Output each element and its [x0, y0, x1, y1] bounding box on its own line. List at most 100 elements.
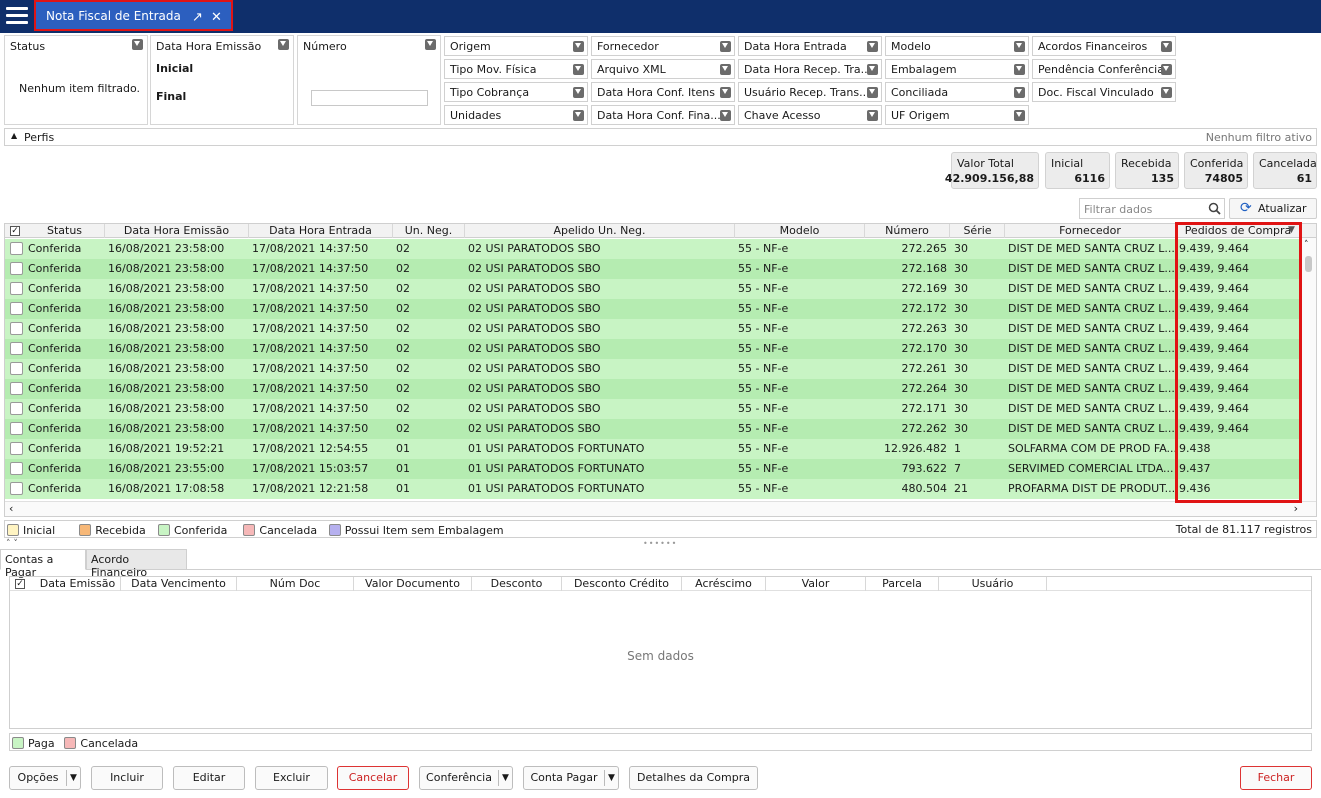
filter-field[interactable]: Data Hora Entrada: [738, 36, 882, 56]
filter-icon[interactable]: [867, 110, 878, 121]
filter-icon[interactable]: [1161, 64, 1172, 75]
row-checkbox[interactable]: [10, 322, 23, 335]
filter-field[interactable]: Origem: [444, 36, 588, 56]
row-checkbox[interactable]: [10, 482, 23, 495]
filter-field[interactable]: Unidades: [444, 105, 588, 125]
sort-desc-icon[interactable]: ▼: [1288, 225, 1295, 235]
table-header-cell[interactable]: Fornecedor: [1005, 224, 1176, 238]
filter-icon[interactable]: [1014, 87, 1025, 98]
excluir-button[interactable]: Excluir: [255, 766, 328, 790]
chevron-down-icon[interactable]: ▼: [604, 770, 618, 786]
row-checkbox[interactable]: [10, 282, 23, 295]
table-row[interactable]: Conferida 16/08/2021 23:55:00 17/08/2021 1…: [5, 459, 1301, 479]
table-row[interactable]: Conferida 16/08/2021 23:58:00 17/08/2021 1…: [5, 299, 1301, 319]
chevron-down-icon[interactable]: ▼: [66, 770, 80, 786]
filter-field[interactable]: Conciliada: [885, 82, 1029, 102]
filter-field[interactable]: Pendência Conferência: [1032, 59, 1176, 79]
card-conferida[interactable]: Conferida 74805: [1184, 152, 1248, 189]
row-checkbox[interactable]: [10, 262, 23, 275]
row-checkbox[interactable]: [10, 302, 23, 315]
filter-field[interactable]: Tipo Mov. Física: [444, 59, 588, 79]
nf-table[interactable]: ✓ Status Data Hora Emissão Data Hora Entrad…: [4, 223, 1317, 517]
filter-icon[interactable]: [1161, 41, 1172, 52]
filter-icon[interactable]: [720, 41, 731, 52]
editar-button[interactable]: Editar: [173, 766, 245, 790]
filter-numero[interactable]: Número: [297, 35, 441, 125]
table-header-cell[interactable]: Apelido Un. Neg.: [465, 224, 735, 238]
horizontal-scrollbar[interactable]: ‹ ›: [5, 501, 1316, 516]
filter-field[interactable]: Fornecedor: [591, 36, 735, 56]
table-row[interactable]: Conferida 16/08/2021 23:58:00 17/08/2021 1…: [5, 339, 1301, 359]
filter-field[interactable]: Data Hora Recep. Tra...: [738, 59, 882, 79]
sub-table-header-cell[interactable]: Usuário: [939, 577, 1047, 591]
select-all-checkbox[interactable]: ✓: [15, 579, 25, 589]
row-checkbox[interactable]: [10, 462, 23, 475]
collapse-arrows-icon[interactable]: ˄ ˅: [6, 539, 18, 549]
sub-table-header-cell[interactable]: Data Emissão: [35, 577, 121, 591]
filter-icon[interactable]: [867, 87, 878, 98]
conferencia-button[interactable]: Conferência ▼: [419, 766, 513, 790]
scroll-right-icon[interactable]: ›: [1294, 502, 1298, 515]
sub-table-header-cell[interactable]: Desconto: [472, 577, 562, 591]
sub-table-header-cell[interactable]: Desconto Crédito: [562, 577, 682, 591]
table-header-cell[interactable]: Data Hora Emissão: [105, 224, 249, 238]
filter-icon[interactable]: [573, 87, 584, 98]
filter-icon[interactable]: [1161, 87, 1172, 98]
chevron-down-icon[interactable]: ▼: [498, 770, 512, 786]
filter-field[interactable]: Tipo Cobrança: [444, 82, 588, 102]
numero-input[interactable]: [311, 90, 428, 106]
filter-icon[interactable]: [1014, 64, 1025, 75]
sub-table-header-cell[interactable]: Parcela: [866, 577, 939, 591]
filter-field[interactable]: Data Hora Conf. Itens: [591, 82, 735, 102]
table-row[interactable]: Conferida 16/08/2021 23:58:00 17/08/2021 1…: [5, 259, 1301, 279]
scroll-up-icon[interactable]: ˄: [1304, 240, 1309, 250]
table-row[interactable]: Conferida 16/08/2021 23:58:00 17/08/2021 1…: [5, 279, 1301, 299]
close-icon[interactable]: ✕: [211, 10, 222, 25]
sub-table-header-cell[interactable]: Núm Doc: [237, 577, 354, 591]
refresh-button[interactable]: ⟳ Atualizar: [1229, 198, 1317, 219]
filter-icon[interactable]: [1014, 41, 1025, 52]
card-cancelada[interactable]: Cancelada 61: [1253, 152, 1317, 189]
table-header-cell[interactable]: Pedidos de Compra: [1176, 224, 1301, 238]
filter-icon[interactable]: [425, 39, 436, 50]
filter-field[interactable]: UF Origem: [885, 105, 1029, 125]
filter-icon[interactable]: [720, 87, 731, 98]
table-header-cell[interactable]: Data Hora Entrada: [249, 224, 393, 238]
fechar-button[interactable]: Fechar: [1240, 766, 1312, 790]
table-row[interactable]: Conferida 16/08/2021 23:58:00 17/08/2021 1…: [5, 379, 1301, 399]
conta-pagar-button[interactable]: Conta Pagar ▼: [523, 766, 619, 790]
table-row[interactable]: Conferida 16/08/2021 23:58:00 17/08/2021 1…: [5, 359, 1301, 379]
filter-icon[interactable]: [1014, 110, 1025, 121]
table-row[interactable]: Conferida 16/08/2021 23:58:00 17/08/2021 1…: [5, 419, 1301, 439]
filter-field[interactable]: Chave Acesso: [738, 105, 882, 125]
filter-field[interactable]: Arquivo XML: [591, 59, 735, 79]
row-checkbox[interactable]: [10, 382, 23, 395]
row-checkbox[interactable]: [10, 422, 23, 435]
filter-field[interactable]: Embalagem: [885, 59, 1029, 79]
table-header-cell[interactable]: Un. Neg.: [393, 224, 465, 238]
filter-status[interactable]: Status Nenhum item filtrado.: [4, 35, 148, 125]
collapse-up-icon[interactable]: ▲: [11, 131, 17, 140]
filter-icon[interactable]: [132, 39, 143, 50]
tab-contas-a-pagar[interactable]: Contas a Pagar: [0, 549, 86, 579]
filter-icon[interactable]: [867, 64, 878, 75]
filter-icon[interactable]: [278, 39, 289, 50]
vertical-scrollbar[interactable]: ˄: [1300, 238, 1316, 502]
incluir-button[interactable]: Incluir: [91, 766, 163, 790]
sub-table-header-cell[interactable]: Data Vencimento: [121, 577, 237, 591]
filter-field[interactable]: Acordos Financeiros: [1032, 36, 1176, 56]
undock-icon[interactable]: ↗: [192, 10, 203, 25]
table-header-cell[interactable]: Modelo: [735, 224, 865, 238]
row-checkbox[interactable]: [10, 362, 23, 375]
splitter-handle-icon[interactable]: ••••••: [643, 539, 677, 548]
table-header-cell[interactable]: Número: [865, 224, 950, 238]
filter-data-hora-emissao[interactable]: Data Hora Emissão Inicial Final: [150, 35, 294, 125]
filter-icon[interactable]: [720, 110, 731, 121]
search-icon[interactable]: [1208, 202, 1221, 215]
row-checkbox[interactable]: [10, 242, 23, 255]
perfis-bar[interactable]: ▲ Perfis Nenhum filtro ativo: [4, 128, 1317, 146]
filter-field[interactable]: Usuário Recep. Trans...: [738, 82, 882, 102]
hamburger-menu-icon[interactable]: [6, 7, 28, 25]
row-checkbox[interactable]: [10, 442, 23, 455]
row-checkbox[interactable]: [10, 342, 23, 355]
